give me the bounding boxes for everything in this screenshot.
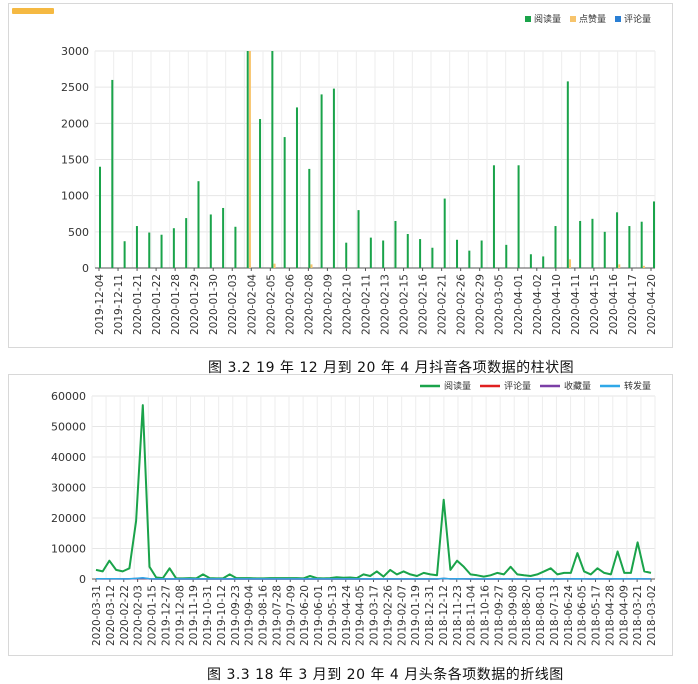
x-tick-label: 2018-12-31 — [424, 585, 436, 646]
x-tick-label: 2018-05-17 — [591, 585, 603, 646]
y-tick-label: 20000 — [51, 512, 86, 525]
x-tick-label: 2019-06-01 — [313, 585, 325, 646]
x-tick-label: 2019-07-28 — [271, 585, 283, 646]
legend-label: 转发量 — [624, 380, 651, 392]
x-tick-label: 2019-12-27 — [160, 585, 172, 646]
x-tick-label: 2018-03-21 — [632, 585, 644, 646]
x-tick-label: 2018-11-04 — [466, 585, 478, 646]
y-tick-label: 40000 — [51, 451, 86, 464]
y-tick-label: 10000 — [51, 543, 86, 556]
x-tick-label: 2018-08-01 — [535, 585, 547, 646]
x-tick-label: 2020-03-12 — [105, 585, 117, 646]
x-tick-label: 2018-09-27 — [493, 585, 505, 646]
y-tick-label: 0 — [79, 573, 86, 586]
x-tick-label: 2019-10-31 — [202, 585, 214, 646]
x-tick-label: 2018-11-23 — [452, 585, 464, 646]
x-tick-label: 2019-09-23 — [230, 585, 242, 646]
x-tick-label: 2019-01-19 — [410, 585, 422, 646]
x-tick-label: 2019-12-08 — [174, 585, 186, 646]
x-tick-label: 2019-11-19 — [188, 585, 200, 646]
x-tick-label: 2018-08-20 — [521, 585, 533, 646]
y-tick-label: 50000 — [51, 421, 86, 434]
x-tick-label: 2019-07-09 — [285, 585, 297, 646]
x-tick-label: 2018-06-24 — [563, 585, 575, 646]
line-chart: 0 10000 20000 30000 40000 50000 60000 2020-03-3… — [51, 380, 658, 646]
x-tick-label: 2019-04-05 — [355, 585, 367, 646]
legend-label: 评论量 — [504, 380, 531, 392]
x-tick-label: 2019-06-20 — [299, 585, 311, 646]
x-tick-label: 2019-02-07 — [396, 585, 408, 646]
x-tick-label: 2019-10-12 — [216, 585, 228, 646]
x-tick-label: 2018-06-05 — [577, 585, 589, 646]
x-tick-label: 2019-03-17 — [369, 585, 381, 646]
x-tick-label: 2018-12-12 — [438, 585, 450, 646]
x-tick-label: 2020-02-22 — [119, 585, 131, 646]
y-tick-label: 30000 — [51, 482, 86, 495]
x-tick-label: 2019-02-26 — [382, 585, 394, 646]
x-tick-label: 2019-08-16 — [258, 585, 270, 646]
x-tick-label: 2020-01-15 — [147, 585, 159, 646]
x-tick-label: 2019-05-13 — [327, 585, 339, 646]
legend-label: 阅读量 — [444, 380, 471, 392]
x-tick-label: 2019-09-04 — [244, 585, 256, 646]
figure-caption-line: 图 3.3 18 年 3 月到 20 年 4 月头条各项数据的折线图 — [207, 667, 564, 683]
x-tick-label: 2018-03-02 — [646, 585, 658, 646]
legend-label: 收藏量 — [564, 380, 591, 392]
figure-caption-bar: 图 3.2 19 年 12 月到 20 年 4 月抖音各项数据的柱状图 — [208, 360, 575, 376]
x-tick-label: 2018-04-28 — [604, 585, 616, 646]
x-tick-label: 2018-07-13 — [549, 585, 561, 646]
y-tick-label: 60000 — [51, 390, 86, 403]
x-tick-label: 2020-03-31 — [91, 585, 103, 646]
x-tick-label: 2019-04-24 — [341, 585, 353, 646]
x-tick-label: 2020-02-03 — [133, 585, 145, 646]
x-tick-label: 2018-10-16 — [480, 585, 492, 646]
x-tick-label: 2018-09-08 — [507, 585, 519, 646]
x-tick-label: 2018-04-09 — [618, 585, 630, 646]
